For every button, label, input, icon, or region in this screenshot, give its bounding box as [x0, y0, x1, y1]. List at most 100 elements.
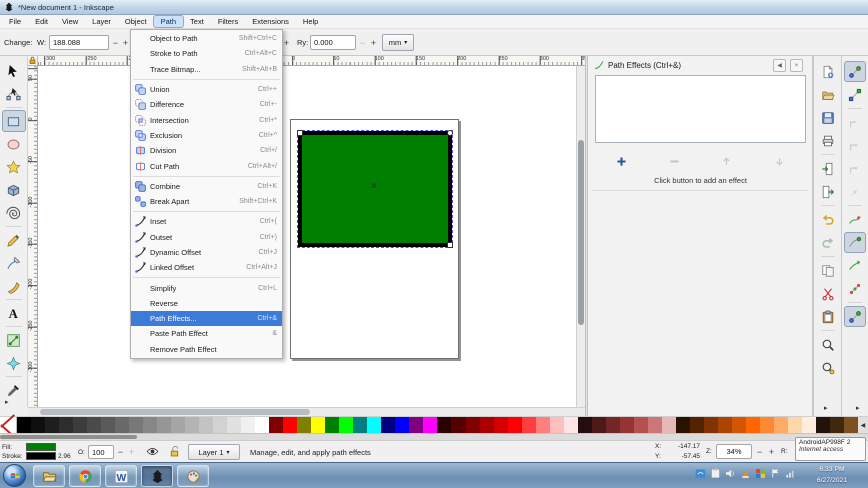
menu-item-paste-path-effect[interactable]: Paste Path Effect & — [131, 326, 282, 341]
width-input[interactable]: 188.088 — [49, 35, 109, 50]
palette-swatch[interactable] — [269, 417, 284, 433]
start-button[interactable] — [3, 464, 26, 487]
opacity-increment-button[interactable]: + — [126, 444, 137, 459]
menu-view[interactable]: View — [55, 16, 85, 27]
undo-button[interactable] — [817, 209, 839, 230]
menu-item-path-effects[interactable]: Path Effects... Ctrl+& — [131, 311, 282, 327]
opacity-input[interactable]: 100 — [88, 445, 114, 459]
palette-swatch[interactable] — [703, 417, 718, 433]
palette-swatch[interactable] — [647, 417, 662, 433]
menu-help[interactable]: Help — [296, 16, 325, 27]
snap-midpoints-button[interactable] — [844, 306, 866, 327]
menu-item-remove-path-effect[interactable]: Remove Path Effect — [131, 342, 282, 357]
menu-text[interactable]: Text — [183, 16, 211, 27]
snap-bar-overflow-icon[interactable]: ▸ — [856, 404, 860, 412]
palette-swatch[interactable] — [311, 417, 326, 433]
horizontal-ruler[interactable]: -300-250-200-150-100-5005010015020025030… — [38, 56, 585, 66]
ruler-lock[interactable] — [28, 56, 38, 66]
palette-swatch[interactable] — [549, 417, 564, 433]
palette-swatch[interactable] — [759, 417, 774, 433]
node-tool[interactable] — [2, 83, 26, 105]
connector-tool[interactable] — [2, 329, 26, 351]
palette-swatch[interactable] — [199, 417, 214, 433]
palette-scrollbar[interactable] — [0, 433, 868, 440]
canvas[interactable]: × — [38, 66, 576, 407]
menu-item-break-apart[interactable]: Break Apart Shift+Ctrl+K — [131, 194, 282, 209]
snap-enable-button[interactable] — [844, 61, 866, 82]
stroke-swatch[interactable] — [26, 452, 56, 460]
snap-cusp-nodes-button[interactable] — [844, 255, 866, 276]
ry-decrement-button[interactable]: − — [357, 35, 368, 50]
menu-item-inset[interactable]: Inset Ctrl+( — [131, 214, 282, 229]
move-effect-down-button[interactable] — [753, 149, 806, 173]
palette-swatch[interactable] — [465, 417, 480, 433]
horizontal-scrollbar[interactable] — [28, 407, 585, 416]
palette-swatch[interactable] — [437, 417, 452, 433]
ry-increment-button[interactable]: + — [368, 35, 379, 50]
menu-filters[interactable]: Filters — [211, 16, 245, 27]
menu-layer[interactable]: Layer — [85, 16, 118, 27]
tray-clipboard-icon[interactable] — [710, 468, 721, 479]
copy-button[interactable] — [817, 260, 839, 281]
star-tool[interactable] — [2, 156, 26, 178]
palette-swatch[interactable] — [283, 417, 298, 433]
palette-swatch[interactable] — [535, 417, 550, 433]
menu-item-cut-path[interactable]: Cut Path Ctrl+Alt+/ — [131, 158, 282, 173]
zoom-decrement-button[interactable]: − — [754, 444, 765, 459]
move-effect-up-button[interactable] — [701, 149, 754, 173]
zoom-drawing-button[interactable] — [817, 334, 839, 355]
menu-item-division[interactable]: Division Ctrl+/ — [131, 143, 282, 158]
menu-path[interactable]: Path — [152, 15, 185, 28]
palette-swatch[interactable] — [73, 417, 88, 433]
cut-button[interactable] — [817, 283, 839, 304]
ry-input[interactable]: 0.000 — [310, 35, 356, 50]
palette-swatch[interactable] — [227, 417, 242, 433]
palette-no-color[interactable] — [0, 417, 17, 433]
menu-item-trace-bitmap[interactable]: Trace Bitmap... Shift+Alt+B — [131, 62, 282, 77]
layer-visibility-icon[interactable] — [146, 445, 159, 458]
selector-tool[interactable] — [2, 60, 26, 82]
menu-item-combine[interactable]: Combine Ctrl+K — [131, 179, 282, 194]
menu-file[interactable]: File — [2, 16, 28, 27]
menu-item-outset[interactable]: Outset Ctrl+) — [131, 230, 282, 245]
rect-handle-top-left[interactable] — [297, 130, 303, 136]
taskbar-chrome[interactable] — [69, 465, 101, 487]
tray-flag-icon[interactable] — [770, 468, 781, 479]
redo-button[interactable] — [817, 232, 839, 253]
palette-swatch[interactable] — [59, 417, 74, 433]
palette-swatch[interactable] — [171, 417, 186, 433]
palette-swatch[interactable] — [353, 417, 368, 433]
remove-effect-button[interactable] — [648, 149, 701, 173]
palette-swatch[interactable] — [661, 417, 676, 433]
panel-collapse-button[interactable]: ◀ — [773, 59, 786, 72]
new-document-button[interactable] — [817, 61, 839, 82]
snap-path-intersections-button[interactable] — [844, 232, 866, 253]
taskbar-explorer[interactable] — [33, 465, 65, 487]
toolbox-overflow-icon[interactable]: ▸ — [5, 398, 9, 406]
tray-network-icon[interactable] — [695, 468, 706, 479]
tray-signal-icon[interactable] — [785, 468, 796, 479]
effect-list[interactable] — [595, 75, 806, 143]
palette-swatch[interactable] — [479, 417, 494, 433]
tray-volume-icon[interactable] — [725, 468, 736, 479]
palette-swatch[interactable] — [619, 417, 634, 433]
tray-app-icon[interactable] — [740, 468, 751, 479]
palette-swatch[interactable] — [745, 417, 760, 433]
panel-close-button[interactable]: × — [790, 59, 803, 72]
vertical-scrollbar[interactable] — [576, 66, 585, 407]
taskbar-clock[interactable]: 6:33 PM 6/27/2021 — [802, 465, 862, 487]
palette-swatch[interactable] — [689, 417, 704, 433]
palette-swatch[interactable] — [143, 417, 158, 433]
snap-smooth-nodes-button[interactable] — [844, 278, 866, 299]
palette-swatch[interactable] — [409, 417, 424, 433]
palette-swatch[interactable] — [325, 417, 340, 433]
layer-lock-icon[interactable] — [168, 445, 181, 458]
calligraphy-tool[interactable] — [2, 275, 26, 297]
palette-swatch[interactable] — [843, 417, 858, 433]
palette-scroll-left-icon[interactable]: ◀ — [857, 417, 868, 433]
palette-swatch[interactable] — [31, 417, 46, 433]
palette-swatch[interactable] — [577, 417, 592, 433]
palette-swatch[interactable] — [381, 417, 396, 433]
palette-swatch[interactable] — [157, 417, 172, 433]
menu-item-reverse[interactable]: Reverse — [131, 296, 282, 311]
